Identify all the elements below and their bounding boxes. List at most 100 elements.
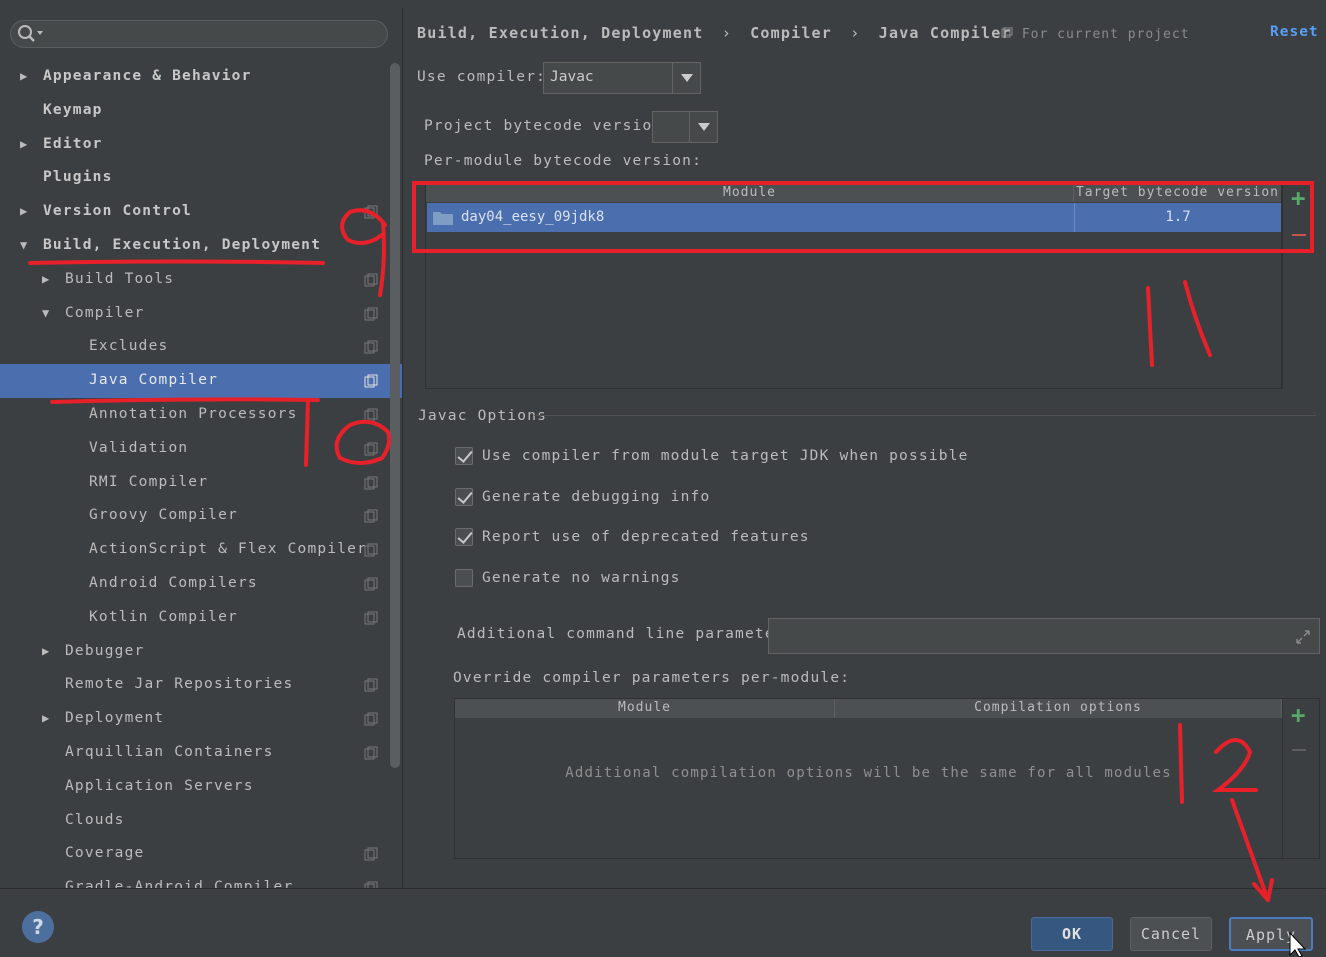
project-bytecode-select[interactable] — [652, 111, 718, 143]
help-button[interactable]: ? — [22, 911, 54, 943]
sidebar-item-java-compiler[interactable]: Java Compiler — [0, 364, 402, 398]
scope-hint: For current project — [1001, 26, 1190, 42]
chevron-down-icon[interactable] — [689, 112, 717, 142]
module-name-cell[interactable]: day04_eesy_09jdk8 — [461, 209, 604, 225]
add-override-icon[interactable]: + — [1291, 703, 1305, 727]
column-header-compilation-options[interactable]: Compilation options — [835, 699, 1282, 718]
sidebar-item-keymap[interactable]: Keymap — [0, 94, 402, 128]
sidebar-item-build-tools[interactable]: ▶ Build Tools — [0, 263, 402, 297]
collapsed-arrow-icon[interactable]: ▶ — [20, 128, 28, 162]
chevron-down-icon[interactable] — [672, 63, 700, 93]
sidebar-item-editor[interactable]: ▶ Editor — [0, 128, 402, 162]
sidebar-item-debugger[interactable]: ▶ Debugger — [0, 635, 402, 669]
expanded-arrow-icon[interactable]: ▼ — [42, 297, 50, 331]
project-scope-icon — [364, 509, 378, 523]
breadcrumb-java-compiler: Java Compiler — [878, 24, 1012, 42]
project-scope-icon — [1001, 26, 1013, 38]
sidebar-item-plugins[interactable]: Plugins — [0, 161, 402, 195]
option-checkbox-no-warnings[interactable] — [455, 569, 473, 587]
collapsed-arrow-icon[interactable]: ▶ — [20, 195, 28, 229]
add-module-icon[interactable]: + — [1291, 186, 1305, 210]
sidebar-item-label: Android Compilers — [89, 574, 258, 591]
sidebar-item-android-compilers[interactable]: Android Compilers — [0, 567, 402, 601]
sidebar-item-label: Remote Jar Repositories — [65, 676, 294, 693]
breadcrumb-separator: › — [850, 24, 861, 42]
project-scope-icon — [364, 881, 378, 888]
option-checkbox-debug-info[interactable] — [455, 488, 473, 506]
project-scope-icon — [364, 273, 378, 287]
sidebar-scrollbar[interactable] — [390, 63, 400, 768]
sidebar-item-label: Compiler — [65, 304, 145, 321]
remove-override-icon[interactable] — [1292, 749, 1306, 751]
search-icon[interactable] — [16, 23, 46, 45]
sidebar-item-appearance-behavior[interactable]: ▶ Appearance & Behavior — [0, 60, 402, 94]
collapsed-arrow-icon[interactable]: ▶ — [42, 702, 50, 736]
sidebar-item-compiler[interactable]: ▼ Compiler — [0, 297, 402, 331]
sidebar-item-clouds[interactable]: Clouds — [0, 804, 402, 838]
option-checkbox-deprecated[interactable] — [455, 528, 473, 546]
project-scope-icon — [364, 340, 378, 354]
column-header-module[interactable]: Module — [426, 184, 1074, 202]
table-row[interactable]: day04_eesy_09jdk8 1.7 — [427, 203, 1282, 232]
dialog-button-bar: ? OK Cancel Apply — [0, 888, 1326, 957]
sidebar-item-validation[interactable]: Validation — [0, 432, 402, 466]
sidebar-item-kotlin-compiler[interactable]: Kotlin Compiler — [0, 601, 402, 635]
column-header-module[interactable]: Module — [455, 699, 835, 718]
sidebar-item-label: Plugins — [43, 169, 113, 186]
sidebar-item-label: Gradle-Android Compiler — [65, 879, 294, 888]
sidebar-item-rmi-compiler[interactable]: RMI Compiler — [0, 466, 402, 500]
remove-module-icon[interactable] — [1292, 234, 1306, 236]
toolbar-divider — [1282, 699, 1283, 858]
sidebar-item-gradle-android-compiler[interactable]: Gradle-Android Compiler — [0, 871, 402, 888]
sidebar-item-label: Keymap — [43, 101, 103, 118]
sidebar-item-label: RMI Compiler — [89, 473, 209, 490]
reset-link[interactable]: Reset — [1270, 24, 1319, 40]
sidebar-item-label: Editor — [43, 135, 103, 152]
option-label-debug-info[interactable]: Generate debugging info — [482, 489, 710, 505]
project-scope-icon — [364, 577, 378, 591]
sidebar-item-label: Clouds — [65, 811, 125, 828]
java-compiler-panel: Build, Execution, Deployment › Compiler … — [404, 8, 1326, 888]
sidebar-item-coverage[interactable]: Coverage — [0, 837, 402, 871]
sidebar-item-excludes[interactable]: Excludes — [0, 330, 402, 364]
cancel-button[interactable]: Cancel — [1130, 917, 1212, 951]
option-label-no-warnings[interactable]: Generate no warnings — [482, 570, 681, 586]
collapsed-arrow-icon[interactable]: ▶ — [20, 60, 28, 94]
expand-icon[interactable] — [1295, 629, 1311, 645]
target-version-cell[interactable]: 1.7 — [1075, 209, 1281, 225]
sidebar-item-groovy-compiler[interactable]: Groovy Compiler — [0, 499, 402, 533]
sidebar-item-annotation-processors[interactable]: Annotation Processors — [0, 398, 402, 432]
use-compiler-select[interactable]: Javac — [543, 62, 701, 94]
option-label-deprecated[interactable]: Report use of deprecated features — [482, 529, 810, 545]
override-params-table: Module Compilation options Additional co… — [454, 698, 1320, 859]
per-module-label: Per-module bytecode version: — [424, 153, 703, 169]
breadcrumb-compiler[interactable]: Compiler — [750, 24, 832, 42]
collapsed-arrow-icon[interactable]: ▶ — [42, 263, 50, 297]
apply-button[interactable]: Apply — [1229, 917, 1313, 951]
project-scope-icon — [364, 408, 378, 422]
sidebar-item-deployment[interactable]: ▶ Deployment — [0, 702, 402, 736]
collapsed-arrow-icon[interactable]: ▶ — [42, 635, 50, 669]
scope-label: For current project — [1021, 27, 1190, 42]
option-label-use-target-jdk[interactable]: Use compiler from module target JDK when… — [482, 448, 969, 464]
sidebar-item-application-servers[interactable]: Application Servers — [0, 770, 402, 804]
breadcrumb: Build, Execution, Deployment › Compiler … — [417, 24, 1012, 42]
settings-search-input[interactable] — [10, 20, 388, 48]
additional-params-field[interactable] — [768, 618, 1320, 654]
use-compiler-label: Use compiler: — [417, 69, 547, 85]
settings-sidebar: ▶ Appearance & Behavior Keymap ▶ Editor Plugi… — [0, 8, 403, 888]
sidebar-item-arquillian-containers[interactable]: Arquillian Containers — [0, 736, 402, 770]
sidebar-item-build-execution-deployment[interactable]: ▼ Build, Execution, Deployment — [0, 229, 402, 263]
sidebar-item-remote-jar-repositories[interactable]: Remote Jar Repositories — [0, 668, 402, 702]
project-bytecode-label: Project bytecode version: — [424, 118, 673, 134]
project-scope-icon — [364, 476, 378, 490]
project-scope-icon — [364, 205, 378, 219]
project-scope-icon — [364, 712, 378, 726]
expanded-arrow-icon[interactable]: ▼ — [20, 229, 28, 263]
option-checkbox-use-target-jdk[interactable] — [455, 447, 473, 465]
breadcrumb-build[interactable]: Build, Execution, Deployment — [417, 24, 703, 42]
ok-button[interactable]: OK — [1031, 917, 1113, 951]
sidebar-item-version-control[interactable]: ▶ Version Control — [0, 195, 402, 229]
column-header-target[interactable]: Target bytecode version — [1074, 184, 1282, 202]
sidebar-item-actionscript-flex-compiler[interactable]: ActionScript & Flex Compiler — [0, 533, 402, 567]
